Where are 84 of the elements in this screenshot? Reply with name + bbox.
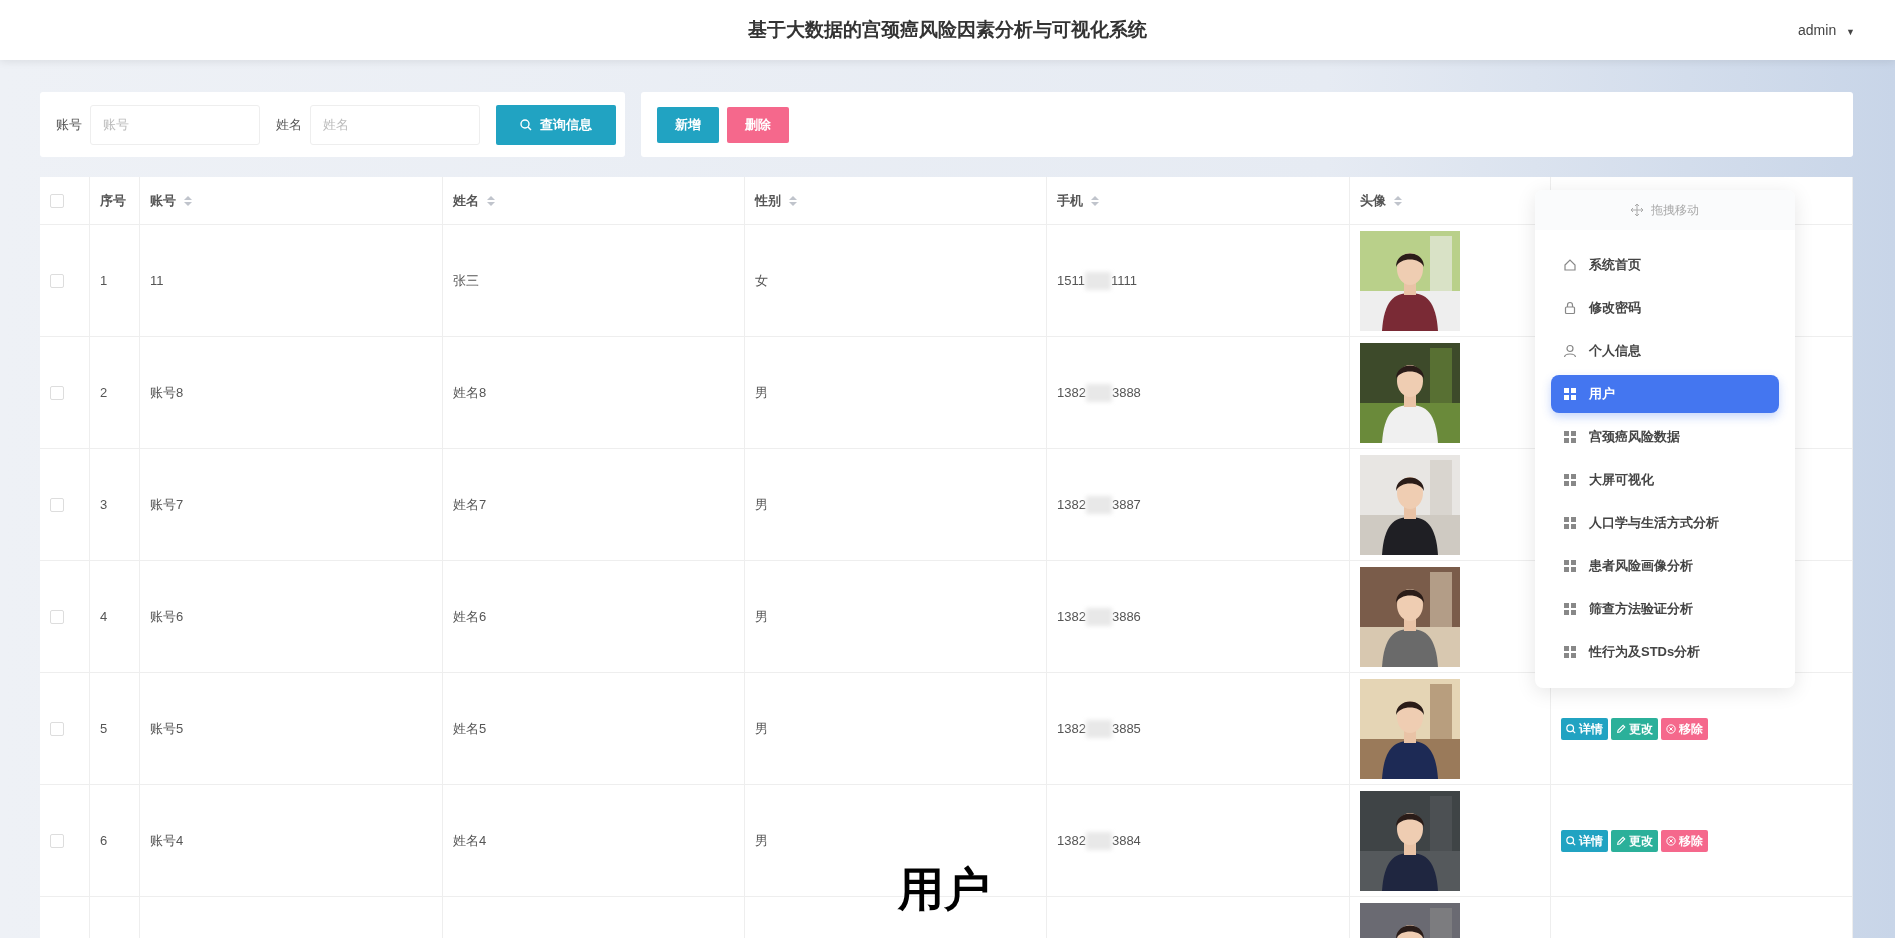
grid-icon	[1563, 387, 1577, 401]
table-cell-text: 男	[755, 495, 768, 514]
table-cell-text: 男	[755, 831, 768, 850]
menu-item[interactable]: 个人信息	[1551, 332, 1779, 370]
phone-number: 1511 1111	[1057, 270, 1137, 291]
close-icon	[1666, 723, 1676, 734]
grid-icon	[1563, 559, 1577, 573]
column-header[interactable]: 性别	[755, 190, 781, 211]
row-checkbox[interactable]	[50, 721, 64, 736]
grid-icon	[1563, 430, 1577, 444]
pencil-icon	[1616, 835, 1626, 846]
table-cell-text: 姓名8	[453, 383, 487, 402]
sort-icon[interactable]	[487, 194, 495, 207]
sort-icon[interactable]	[1394, 194, 1402, 207]
menu-item[interactable]: 筛查方法验证分析	[1551, 590, 1779, 628]
row-checkbox[interactable]	[50, 609, 64, 624]
field-label: 姓名	[276, 115, 302, 134]
table-cell-text: 姓名4	[453, 831, 487, 850]
home-icon	[1563, 258, 1577, 272]
table-cell-text: 账号6	[150, 607, 184, 626]
menu-item[interactable]: 系统首页	[1551, 246, 1779, 284]
row-number: 2	[100, 383, 108, 402]
table-cell-text: 张三	[453, 271, 479, 290]
row-number: 5	[100, 719, 108, 738]
menu-item[interactable]: 宫颈癌风险数据	[1551, 418, 1779, 456]
table-cell-text: 男	[755, 719, 768, 738]
column-header[interactable]: 姓名	[453, 190, 479, 211]
row-checkbox[interactable]	[50, 385, 64, 400]
search-icon	[520, 118, 532, 131]
sort-icon[interactable]	[789, 194, 797, 207]
table-cell-text: 11	[150, 271, 164, 290]
menu-item[interactable]: 大屏可视化	[1551, 461, 1779, 499]
user-icon	[1563, 344, 1577, 358]
page-title: 基于大数据的宫颈癌风险因素分析与可视化系统	[748, 17, 1147, 42]
menu-item[interactable]: 用户	[1551, 375, 1779, 413]
sort-icon[interactable]	[1091, 194, 1099, 207]
field-label: 账号	[56, 115, 82, 134]
menu-item[interactable]: 性行为及STDs分析	[1551, 633, 1779, 671]
phone-number: 1382 3885	[1057, 718, 1141, 739]
table-cell-text: 账号7	[150, 495, 184, 514]
input-field[interactable]: 账号	[90, 104, 260, 145]
table-cell-text: 男	[755, 607, 768, 626]
sort-icon[interactable]	[184, 194, 192, 207]
grid-icon	[1563, 645, 1577, 659]
subtitle-caption: 用户	[898, 862, 990, 917]
input-field[interactable]: 姓名	[310, 104, 480, 145]
table-cell-text: 姓名7	[453, 495, 487, 514]
select-all-checkbox[interactable]	[50, 193, 64, 208]
move-icon	[1631, 204, 1643, 216]
menu-item[interactable]: 修改密码	[1551, 289, 1779, 327]
row-number: 3	[100, 495, 108, 514]
table-cell-text: 女	[755, 271, 768, 290]
search-icon	[1566, 835, 1576, 846]
table-cell-text: 账号8	[150, 383, 184, 402]
table-cell-text: 男	[755, 383, 768, 402]
table-cell-text: 账号5	[150, 719, 184, 738]
row-number: 6	[100, 831, 108, 850]
column-header[interactable]: 账号	[150, 190, 176, 211]
row-number: 4	[100, 607, 108, 626]
menu-item[interactable]: 患者风险画像分析	[1551, 547, 1779, 585]
row-number: 1	[100, 271, 108, 290]
table-cell-text: 姓名6	[453, 607, 487, 626]
search-icon	[1566, 723, 1576, 734]
row-checkbox[interactable]	[50, 497, 64, 512]
column-header[interactable]: 头像	[1360, 190, 1386, 211]
column-header[interactable]: 序号	[100, 190, 126, 211]
lock-icon	[1563, 301, 1577, 315]
phone-number: 1382 3886	[1057, 606, 1141, 627]
row-checkbox[interactable]	[50, 273, 64, 288]
menu-item[interactable]: 人口学与生活方式分析	[1551, 504, 1779, 542]
grid-icon	[1563, 516, 1577, 530]
phone-number: 1382 3887	[1057, 494, 1141, 515]
table-cell-text: 账号4	[150, 831, 184, 850]
phone-number: 1382 3888	[1057, 382, 1141, 403]
close-icon	[1666, 835, 1676, 846]
table-cell-text: 姓名5	[453, 719, 487, 738]
grid-icon	[1563, 602, 1577, 616]
column-header[interactable]: 手机	[1057, 190, 1083, 211]
user-menu[interactable]: admin ▼	[1798, 20, 1855, 41]
pencil-icon	[1616, 723, 1626, 734]
grid-icon	[1563, 473, 1577, 487]
phone-number: 1382 3884	[1057, 830, 1141, 851]
caret-icon: ▼	[1846, 27, 1855, 37]
row-checkbox[interactable]	[50, 833, 64, 848]
